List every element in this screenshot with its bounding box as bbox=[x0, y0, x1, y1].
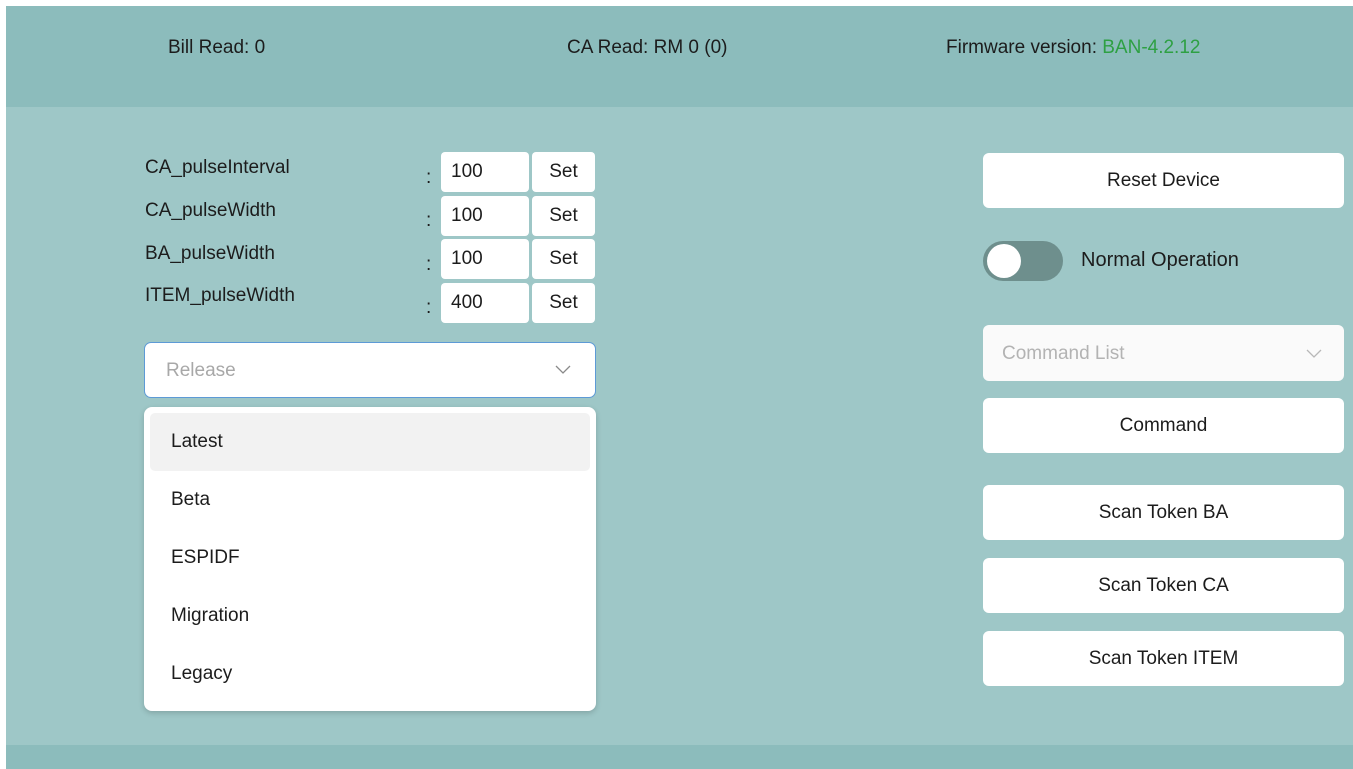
firmware-version-status: Firmware version: BAN-4.2.12 bbox=[946, 37, 1200, 59]
release-option-beta[interactable]: Beta bbox=[150, 471, 590, 529]
ca-pulse-interval-input[interactable] bbox=[441, 152, 529, 192]
release-option-label: Latest bbox=[171, 431, 223, 452]
ba-pulse-width-set-button[interactable]: Set bbox=[532, 239, 595, 279]
param-label-ca-pulse-interval: CA_pulseInterval bbox=[145, 157, 290, 178]
ca-read-status: CA Read: RM 0 (0) bbox=[567, 37, 728, 58]
ca-pulse-interval-set-button[interactable]: Set bbox=[532, 152, 595, 192]
status-header: Bill Read: 0 CA Read: RM 0 (0) Firmware … bbox=[6, 6, 1353, 107]
release-option-label: Beta bbox=[171, 489, 211, 510]
scan-token-ba-button[interactable]: Scan Token BA bbox=[983, 485, 1344, 540]
release-option-label: ESPIDF bbox=[171, 547, 240, 568]
command-button[interactable]: Command bbox=[983, 398, 1344, 453]
app-window: Bill Read: 0 CA Read: RM 0 (0) Firmware … bbox=[6, 6, 1353, 769]
param-colon: : bbox=[426, 167, 432, 188]
release-option-label: Legacy bbox=[171, 663, 233, 684]
ba-pulse-width-input[interactable] bbox=[441, 239, 529, 279]
param-colon: : bbox=[426, 210, 432, 231]
release-options-menu: Latest Beta ESPIDF Migration Legacy bbox=[144, 407, 596, 711]
toggle-knob bbox=[987, 244, 1021, 278]
param-colon: : bbox=[426, 297, 432, 318]
normal-operation-toggle[interactable] bbox=[983, 241, 1063, 281]
footer-bar bbox=[6, 745, 1353, 769]
ca-pulse-width-set-button[interactable]: Set bbox=[532, 196, 595, 236]
param-colon: : bbox=[426, 254, 432, 275]
release-option-legacy[interactable]: Legacy bbox=[150, 645, 590, 703]
normal-operation-label: Normal Operation bbox=[1081, 249, 1239, 271]
item-pulse-width-input[interactable] bbox=[441, 283, 529, 323]
firmware-label: Firmware version: bbox=[946, 37, 1103, 58]
chevron-down-icon bbox=[555, 365, 571, 374]
command-list-placeholder: Command List bbox=[1002, 343, 1125, 364]
bill-read-status: Bill Read: 0 bbox=[168, 37, 266, 58]
release-option-espidf[interactable]: ESPIDF bbox=[150, 529, 590, 587]
param-label-item-pulse-width: ITEM_pulseWidth bbox=[145, 285, 295, 306]
ca-pulse-width-input[interactable] bbox=[441, 196, 529, 236]
command-list-dropdown[interactable]: Command List bbox=[983, 325, 1344, 381]
param-label-ba-pulse-width: BA_pulseWidth bbox=[145, 243, 275, 264]
release-option-latest[interactable]: Latest bbox=[150, 413, 590, 471]
firmware-version-value: BAN-4.2.12 bbox=[1102, 37, 1201, 58]
release-option-label: Migration bbox=[171, 605, 250, 626]
reset-device-button[interactable]: Reset Device bbox=[983, 153, 1344, 208]
item-pulse-width-set-button[interactable]: Set bbox=[532, 283, 595, 323]
scan-token-item-button[interactable]: Scan Token ITEM bbox=[983, 631, 1344, 686]
scan-token-ca-button[interactable]: Scan Token CA bbox=[983, 558, 1344, 613]
release-placeholder: Release bbox=[166, 360, 236, 381]
chevron-down-icon bbox=[1306, 349, 1322, 358]
release-dropdown[interactable]: Release bbox=[144, 342, 596, 398]
release-option-migration[interactable]: Migration bbox=[150, 587, 590, 645]
param-label-ca-pulse-width: CA_pulseWidth bbox=[145, 200, 276, 221]
